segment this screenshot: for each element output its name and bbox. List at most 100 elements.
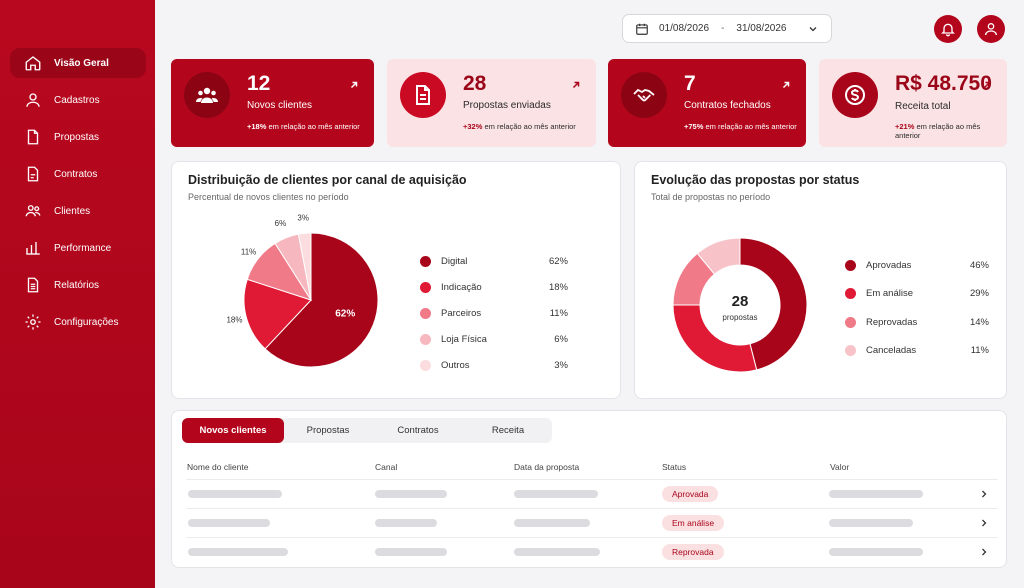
arrow-up-right-icon xyxy=(572,81,580,89)
legend-value: 46% xyxy=(969,259,989,271)
legend-label: Canceladas xyxy=(866,345,917,357)
calendar-icon xyxy=(636,23,648,35)
sidebar: Visão Geral Cadastros Propostas Contrato… xyxy=(0,0,155,588)
tab-contratos[interactable]: Contratos xyxy=(372,418,464,443)
placeholder-bar xyxy=(514,490,598,498)
column-header-valor: Valor xyxy=(830,462,850,472)
table-panel: Novos clientes Propostas Contratos Recei… xyxy=(171,410,1007,568)
legend-item-reprovadas: Reprovadas 14% xyxy=(845,308,989,337)
sidebar-item-label: Performance xyxy=(54,242,112,254)
table-tabs: Novos clientes Propostas Contratos Recei… xyxy=(182,418,552,443)
kpi-card-propostas-enviadas[interactable]: 28 Propostas enviadas +32% em relação ao… xyxy=(387,59,596,147)
placeholder-bar xyxy=(188,519,270,527)
chevron-right-icon[interactable] xyxy=(978,517,990,529)
sidebar-item-relatorios[interactable]: Relatórios xyxy=(10,270,146,300)
sidebar-item-configuracoes[interactable]: Configurações xyxy=(10,307,146,337)
chevron-right-icon[interactable] xyxy=(978,488,990,500)
contract-icon xyxy=(24,165,42,183)
user-icon xyxy=(985,23,997,36)
placeholder-bar xyxy=(829,519,913,527)
legend-swatch xyxy=(420,333,431,345)
sidebar-item-label: Relatórios xyxy=(54,279,100,291)
sidebar-item-performance[interactable]: Performance xyxy=(10,233,146,263)
date-separator: - xyxy=(721,23,725,34)
tab-receita[interactable]: Receita xyxy=(464,418,552,443)
kpi-delta: +75% em relação ao mês anterior xyxy=(684,122,797,131)
column-header-data: Data da proposta xyxy=(514,462,580,472)
placeholder-bar xyxy=(375,519,437,527)
kpi-label: Receita total xyxy=(895,101,951,112)
chevron-right-icon[interactable] xyxy=(978,546,990,558)
sidebar-item-label: Clientes xyxy=(54,205,91,217)
placeholder-bar xyxy=(375,548,447,556)
channel-legend: Digital 62% Indicação 18% Parceiros 11% Loja F… xyxy=(420,248,568,378)
date-range-picker[interactable]: 01/08/2026 - 31/08/2026 xyxy=(622,14,832,43)
slice-label: 3% xyxy=(297,213,309,222)
legend-value: 11% xyxy=(970,345,989,357)
sidebar-item-label: Visão Geral xyxy=(54,57,109,69)
users-icon xyxy=(184,72,230,118)
panel-subtitle: Percentual de novos clientes no período xyxy=(188,192,349,202)
legend-value: 6% xyxy=(554,333,568,345)
kpi-label: Novos clientes xyxy=(247,100,313,111)
arrow-up-right-icon xyxy=(782,81,790,89)
date-from: 01/08/2026 xyxy=(659,23,710,34)
arrow-up-right-icon xyxy=(983,81,991,89)
legend-value: 29% xyxy=(969,288,989,300)
donut-center-value: 28 xyxy=(732,293,749,310)
kpi-card-receita-total[interactable]: R$ 48.750 Receita total +21% em relação … xyxy=(819,59,1007,147)
legend-swatch xyxy=(845,316,856,328)
table-row[interactable]: Aprovada xyxy=(186,479,998,508)
sidebar-item-visao-geral[interactable]: Visão Geral xyxy=(10,48,146,78)
sidebar-item-label: Configurações xyxy=(54,316,119,328)
sidebar-item-cadastros[interactable]: Cadastros xyxy=(10,85,146,115)
legend-label: Loja Física xyxy=(441,333,487,345)
kpi-card-novos-clientes[interactable]: 12 Novos clientes +18% em relação ao mês… xyxy=(171,59,374,147)
sidebar-item-clientes[interactable]: Clientes xyxy=(10,196,146,226)
kpi-card-contratos-fechados[interactable]: 7 Contratos fechados +75% em relação ao … xyxy=(608,59,806,147)
sidebar-item-label: Propostas xyxy=(54,131,100,143)
legend-swatch xyxy=(420,281,431,293)
proposal-status-panel: Evolução das propostas por status Total … xyxy=(634,161,1007,399)
legend-label: Aprovadas xyxy=(866,259,912,271)
column-header-status: Status xyxy=(662,462,687,472)
profile-button[interactable] xyxy=(977,15,1005,43)
user-icon xyxy=(24,91,42,109)
notifications-button[interactable] xyxy=(934,15,962,43)
document-icon xyxy=(400,72,446,118)
bell-icon xyxy=(941,23,955,37)
legend-item-em-analise: Em análise 29% xyxy=(845,280,989,309)
legend-label: Reprovadas xyxy=(866,316,918,328)
legend-swatch xyxy=(420,307,431,319)
date-to: 31/08/2026 xyxy=(736,23,787,34)
table-row[interactable]: Reprovada xyxy=(186,537,998,566)
legend-item-parceiros: Parceiros 11% xyxy=(420,300,568,326)
gear-icon xyxy=(24,313,42,331)
sidebar-item-propostas[interactable]: Propostas xyxy=(10,122,146,152)
chevron-down-icon xyxy=(809,26,817,31)
kpi-value: R$ 48.750 xyxy=(895,72,992,95)
sidebar-item-label: Contratos xyxy=(54,168,98,180)
status-badge: Aprovada xyxy=(662,486,719,502)
legend-label: Parceiros xyxy=(441,307,482,319)
placeholder-bar xyxy=(829,548,923,556)
kpi-value: 28 xyxy=(463,72,487,95)
panel-subtitle: Total de propostas no período xyxy=(651,192,771,202)
legend-label: Outros xyxy=(441,359,470,371)
home-icon xyxy=(24,54,42,72)
tab-propostas[interactable]: Propostas xyxy=(284,418,372,443)
tab-novos-clientes[interactable]: Novos clientes xyxy=(182,418,284,443)
document-icon xyxy=(24,128,42,146)
users-icon xyxy=(24,202,42,220)
status-legend: Aprovadas 46% Em análise 29% Reprovadas 14% Ca… xyxy=(845,251,989,365)
sidebar-item-contratos[interactable]: Contratos xyxy=(10,159,146,189)
status-badge: Em análise xyxy=(662,515,725,531)
legend-label: Digital xyxy=(441,255,468,267)
legend-item-loja-fisica: Loja Física 6% xyxy=(420,326,568,352)
placeholder-bar xyxy=(829,490,923,498)
column-header-canal: Canal xyxy=(375,462,398,472)
table-row[interactable]: Em análise xyxy=(186,508,998,537)
kpi-value: 7 xyxy=(684,72,696,95)
kpi-delta: +18% em relação ao mês anterior xyxy=(247,122,360,131)
kpi-label: Propostas enviadas xyxy=(463,100,551,111)
